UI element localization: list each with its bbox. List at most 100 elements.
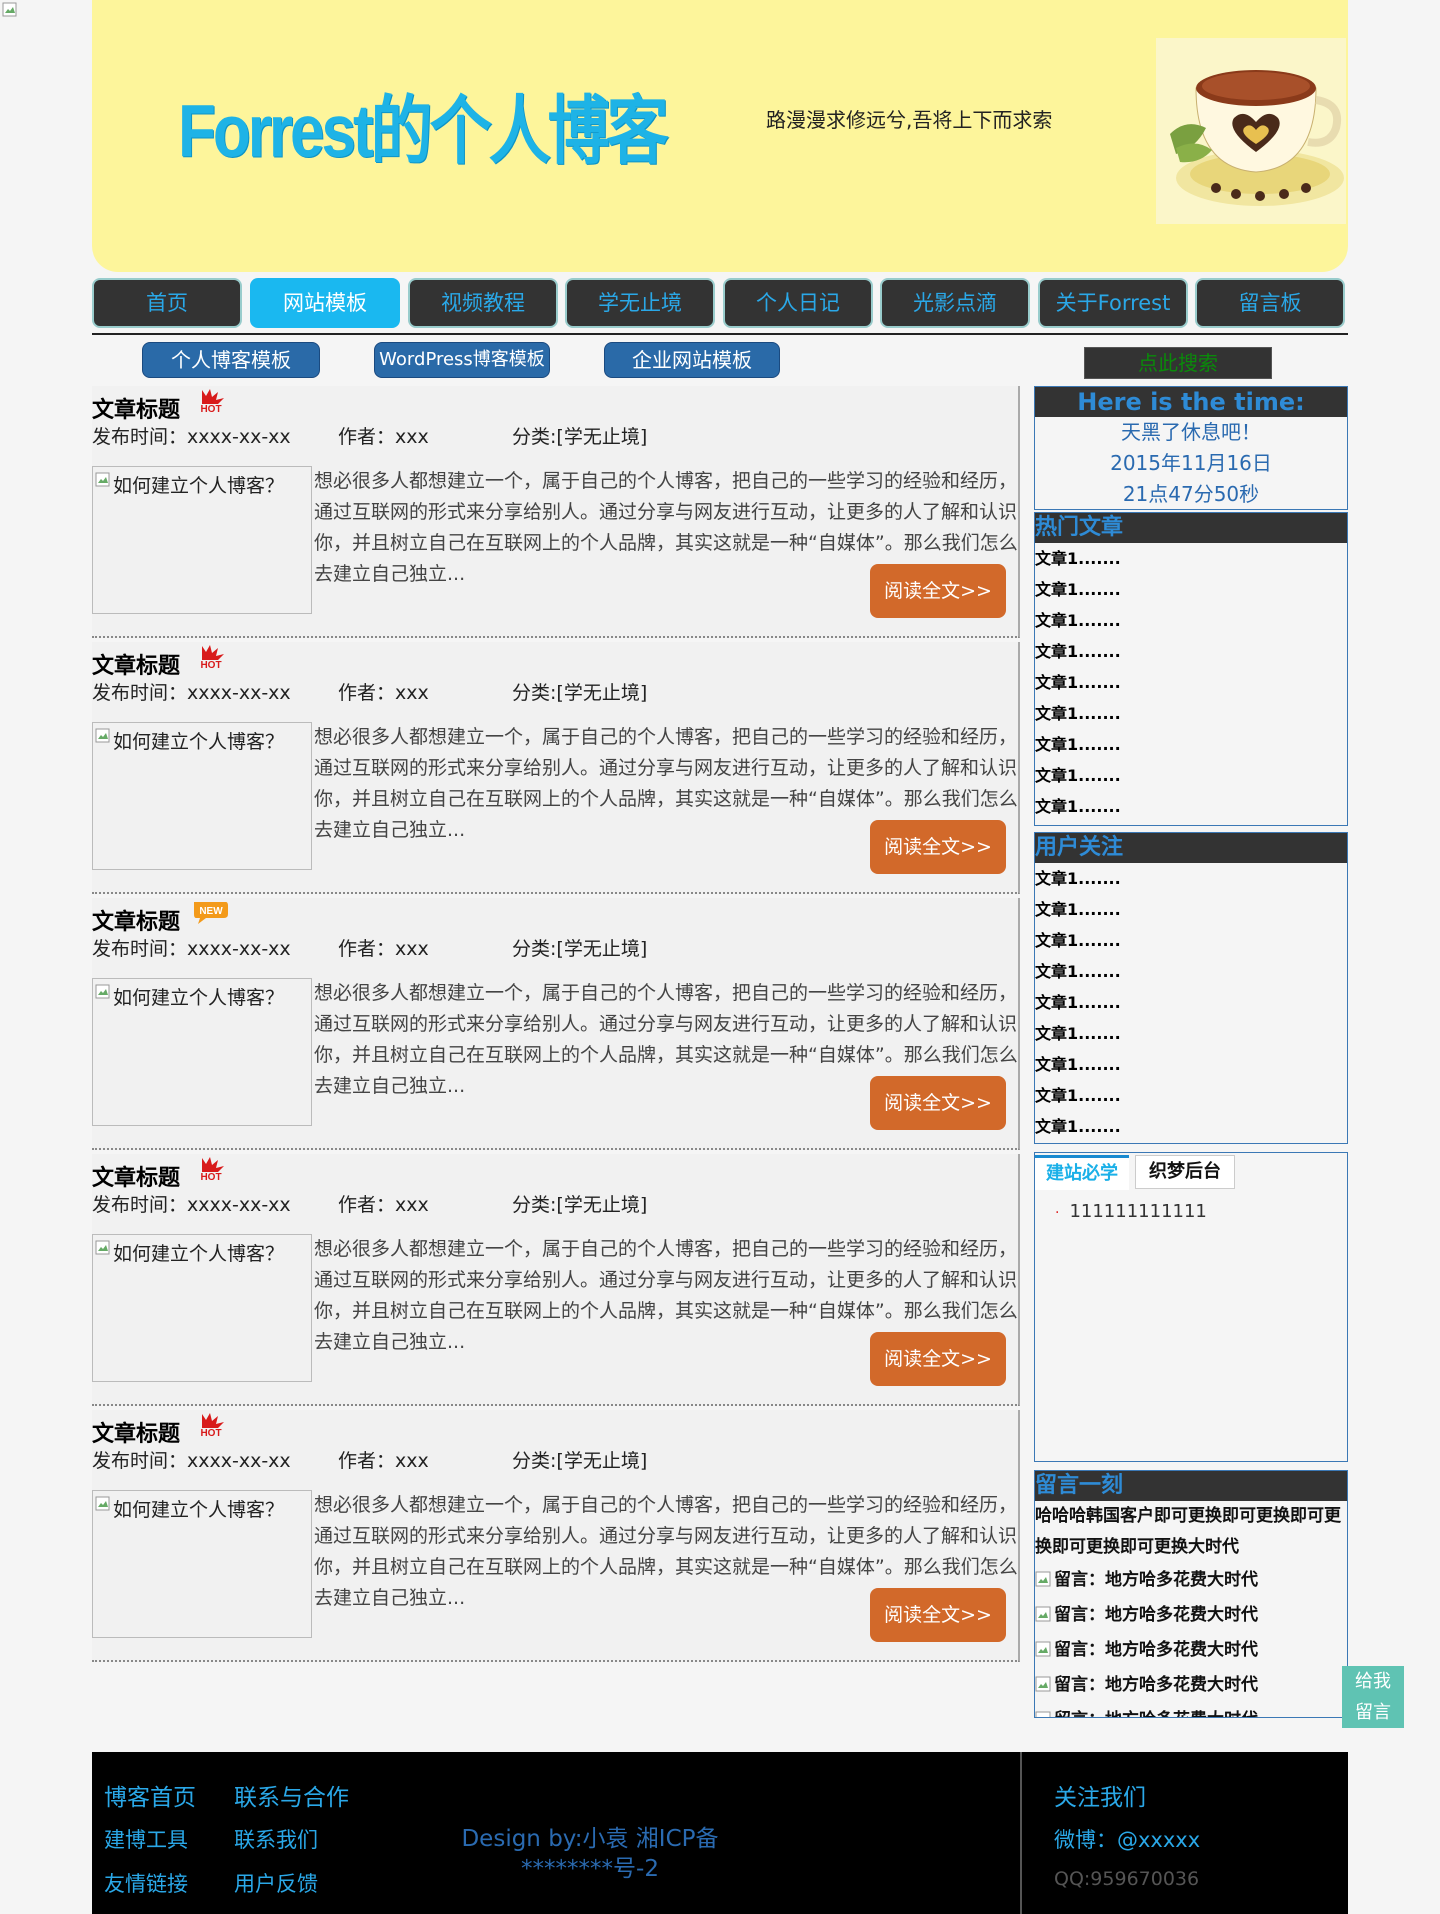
read-more-button[interactable]: 阅读全文>> — [870, 1076, 1006, 1130]
read-more-button[interactable]: 阅读全文>> — [870, 1588, 1006, 1642]
article-date: 发布时间：xxxx-xx-xx — [92, 682, 291, 704]
nav-item-guestbook[interactable]: 留言板 — [1195, 278, 1345, 328]
search-button[interactable]: 点此搜索 — [1084, 347, 1272, 379]
nav-item-diary[interactable]: 个人日记 — [723, 278, 873, 328]
article-date: 发布时间：xxxx-xx-xx — [92, 1194, 291, 1216]
sidebar-list-item[interactable]: 文章1....... — [1035, 956, 1347, 987]
footer-divider — [1020, 1752, 1022, 1914]
avatar-icon — [1035, 1641, 1051, 1657]
sidebar-list-item[interactable]: 文章1....... — [1035, 863, 1347, 894]
nav-item-photos[interactable]: 光影点滴 — [880, 278, 1030, 328]
tab-list-item[interactable]: · 111111111111 — [1055, 1201, 1207, 1222]
avatar-icon — [1035, 1711, 1051, 1717]
sidebar-list-item[interactable]: 文章1....... — [1035, 605, 1347, 636]
read-more-button[interactable]: 阅读全文>> — [870, 564, 1006, 618]
subnav-enterprise[interactable]: 企业网站模板 — [604, 342, 780, 378]
read-more-button[interactable]: 阅读全文>> — [870, 1332, 1006, 1386]
article-card: 文章标题 HOT 发布时间：xxxx-xx-xx 作者：xxx 分类:[学无止境] 如何建… — [92, 642, 1020, 894]
message-item[interactable]: 留言：地方哈多花费大时代 — [1035, 1598, 1347, 1633]
footer-link-feedback[interactable]: 用户反馈 — [234, 1868, 318, 1898]
thumbnail-alt-text: 如何建立个人博客？ — [113, 987, 285, 1009]
thumbnail-alt: 如何建立个人博客？ — [95, 1495, 284, 1522]
message-item[interactable]: 留言：地方哈多花费大时代 — [1035, 1668, 1347, 1703]
article-category[interactable]: 分类:[学无止境] — [512, 678, 647, 705]
sidebar-list-item[interactable]: 文章1....... — [1035, 1080, 1347, 1111]
message-item[interactable]: 留言：地方哈多花费大时代 — [1035, 1633, 1347, 1668]
thumbnail-alt: 如何建立个人博客？ — [95, 983, 284, 1010]
article-author: 作者：xxx — [338, 426, 429, 448]
subnav-personal-blog[interactable]: 个人博客模板 — [142, 342, 320, 378]
sidebar-list-item[interactable]: 文章1....... — [1035, 729, 1347, 760]
article-thumbnail[interactable]: 如何建立个人博客？ — [92, 466, 312, 614]
svg-text:HOT: HOT — [200, 1428, 221, 1438]
sidebar-list-item[interactable]: 文章1....... — [1035, 925, 1347, 956]
sidebar-list-item[interactable]: 文章1....... — [1035, 574, 1347, 605]
time-widget: Here is the time: 天黑了休息吧！ 2015年11月16日 21… — [1034, 386, 1348, 510]
footer-link-tools[interactable]: 建博工具 — [104, 1824, 188, 1854]
message-text: 留言：地方哈多花费大时代 — [1054, 1640, 1258, 1660]
nav-item-home[interactable]: 首页 — [92, 278, 242, 328]
article-card: 文章标题 HOT 发布时间：xxxx-xx-xx 作者：xxx 分类:[学无止境] 如何建… — [92, 1154, 1020, 1406]
message-item[interactable]: 留言：地方哈多花费大时代 — [1035, 1563, 1347, 1598]
article-thumbnail[interactable]: 如何建立个人博客？ — [92, 1234, 312, 1382]
article-title[interactable]: 文章标题 — [92, 1160, 180, 1192]
footer-link-contact-us[interactable]: 联系我们 — [234, 1824, 318, 1854]
nav-item-videos[interactable]: 视频教程 — [408, 278, 558, 328]
sidebar-list-item[interactable]: 文章1....... — [1035, 760, 1347, 791]
nav-item-about[interactable]: 关于Forrest — [1038, 278, 1188, 328]
footer-link-blog-home[interactable]: 博客首页 — [104, 1778, 196, 1812]
subnav-wordpress[interactable]: WordPress博客模板 — [374, 342, 550, 378]
nav-divider — [92, 333, 1348, 335]
svg-text:HOT: HOT — [200, 404, 221, 414]
article-thumbnail[interactable]: 如何建立个人博客？ — [92, 978, 312, 1126]
article-title[interactable]: 文章标题 — [92, 1416, 180, 1448]
sidebar-list-item[interactable]: 文章1....... — [1035, 987, 1347, 1018]
nav-item-learning[interactable]: 学无止境 — [565, 278, 715, 328]
article-category[interactable]: 分类:[学无止境] — [512, 1190, 647, 1217]
article-title[interactable]: 文章标题 — [92, 904, 180, 936]
new-badge-icon: NEW — [192, 900, 230, 926]
hot-badge-icon: HOT — [192, 1412, 230, 1439]
message-text: 留言：地方哈多花费大时代 — [1054, 1710, 1258, 1717]
tab-dedecms[interactable]: 织梦后台 — [1135, 1155, 1235, 1189]
sidebar-list-item[interactable]: 文章1....... — [1035, 636, 1347, 667]
footer-link-contact-coop[interactable]: 联系与合作 — [234, 1778, 349, 1812]
footer-weibo-link[interactable]: 微博：@xxxxx — [1054, 1824, 1200, 1854]
article-title[interactable]: 文章标题 — [92, 392, 180, 424]
leave-message-button[interactable]: 给我 留言 — [1342, 1666, 1404, 1728]
sidebar-list-item[interactable]: 文章1....... — [1035, 698, 1347, 729]
hot-badge-icon: HOT — [192, 644, 230, 671]
read-more-button[interactable]: 阅读全文>> — [870, 820, 1006, 874]
article-date: 发布时间：xxxx-xx-xx — [92, 426, 291, 448]
sidebar-list-item[interactable]: 文章1....... — [1035, 1018, 1347, 1049]
thumbnail-alt-text: 如何建立个人博客？ — [113, 1499, 285, 1521]
svg-text:NEW: NEW — [199, 906, 223, 917]
nav-item-templates[interactable]: 网站模板 — [250, 278, 400, 328]
article-category[interactable]: 分类:[学无止境] — [512, 934, 647, 961]
avatar-icon — [1035, 1606, 1051, 1622]
sidebar-list-item[interactable]: 文章1....... — [1035, 894, 1347, 925]
site-logo[interactable]: Forrest的个人博客 — [178, 70, 669, 178]
sidebar-list-item[interactable]: 文章1....... — [1035, 1049, 1347, 1080]
article-card: 文章标题 NEW 发布时间：xxxx-xx-xx 作者：xxx 分类:[学无止境] 如何建… — [92, 898, 1020, 1150]
message-item[interactable]: 留言：地方哈多花费大时代 — [1035, 1703, 1347, 1717]
footer-credit: Design by:小袁 湘ICP备 ********号-2 — [440, 1824, 740, 1884]
sidebar-list-item[interactable]: 文章1....... — [1035, 667, 1347, 698]
sidebar-list-item[interactable]: 文章1....... — [1035, 1111, 1347, 1142]
article-category[interactable]: 分类:[学无止境] — [512, 1446, 647, 1473]
sidebar-list-item[interactable]: 文章1....... — [1035, 543, 1347, 574]
footer-link-friends[interactable]: 友情链接 — [104, 1868, 188, 1898]
footer-credit-line1: Design by:小袁 湘ICP备 — [461, 1826, 719, 1852]
footer-qq: QQ:959670036 — [1054, 1868, 1200, 1890]
article-thumbnail[interactable]: 如何建立个人博客？ — [92, 1490, 312, 1638]
article-category[interactable]: 分类:[学无止境] — [512, 422, 647, 449]
article-title[interactable]: 文章标题 — [92, 648, 180, 680]
thumbnail-alt: 如何建立个人博客？ — [95, 471, 284, 498]
article-thumbnail[interactable]: 如何建立个人博客？ — [92, 722, 312, 870]
article-author: 作者：xxx — [338, 1194, 429, 1216]
site-motto: 路漫漫求修远兮,吾将上下而求索 — [766, 108, 1053, 132]
tab-site-building[interactable]: 建站必学 — [1035, 1155, 1129, 1190]
message-text: 留言：地方哈多花费大时代 — [1054, 1675, 1258, 1695]
time-heading: Here is the time: — [1035, 387, 1347, 417]
sidebar-list-item[interactable]: 文章1....... — [1035, 791, 1347, 822]
